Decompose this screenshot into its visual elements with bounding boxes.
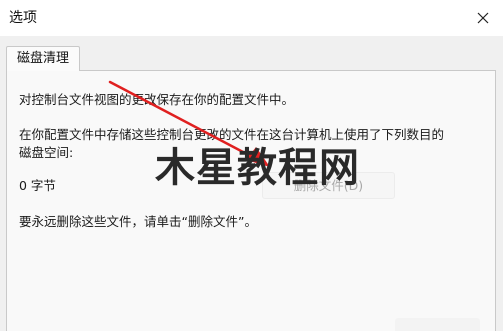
info-text-disk-space-label: 磁盘空间: (19, 145, 74, 160)
tab-panel (6, 70, 496, 331)
instruction-text: 要永远删除这些文件，请单击“删除文件”。 (19, 214, 257, 229)
delete-files-button[interactable]: 删除文件(D) (262, 172, 395, 199)
dialog-client-area: 磁盘清理 对控制台文件视图的更改保存在你的配置文件中。 在你配置文件中存储这些控… (0, 36, 503, 331)
close-button[interactable] (471, 6, 495, 30)
tab-disk-cleanup[interactable]: 磁盘清理 (6, 46, 80, 71)
info-text-disk-usage: 在你配置文件中存储这些控制台更改的文件在这台计算机上使用了下列数目的 (19, 127, 445, 142)
close-icon (477, 12, 489, 24)
info-text-saved-changes: 对控制台文件视图的更改保存在你的配置文件中。 (19, 92, 295, 107)
disk-size-value: 0 字节 (19, 178, 56, 193)
options-dialog: 选项 磁盘清理 对控制台文件视图的更改保存在你的配置文件中。 在你配置文件中存储… (0, 0, 503, 331)
dialog-title: 选项 (9, 10, 37, 26)
title-bar: 选项 (0, 0, 503, 36)
